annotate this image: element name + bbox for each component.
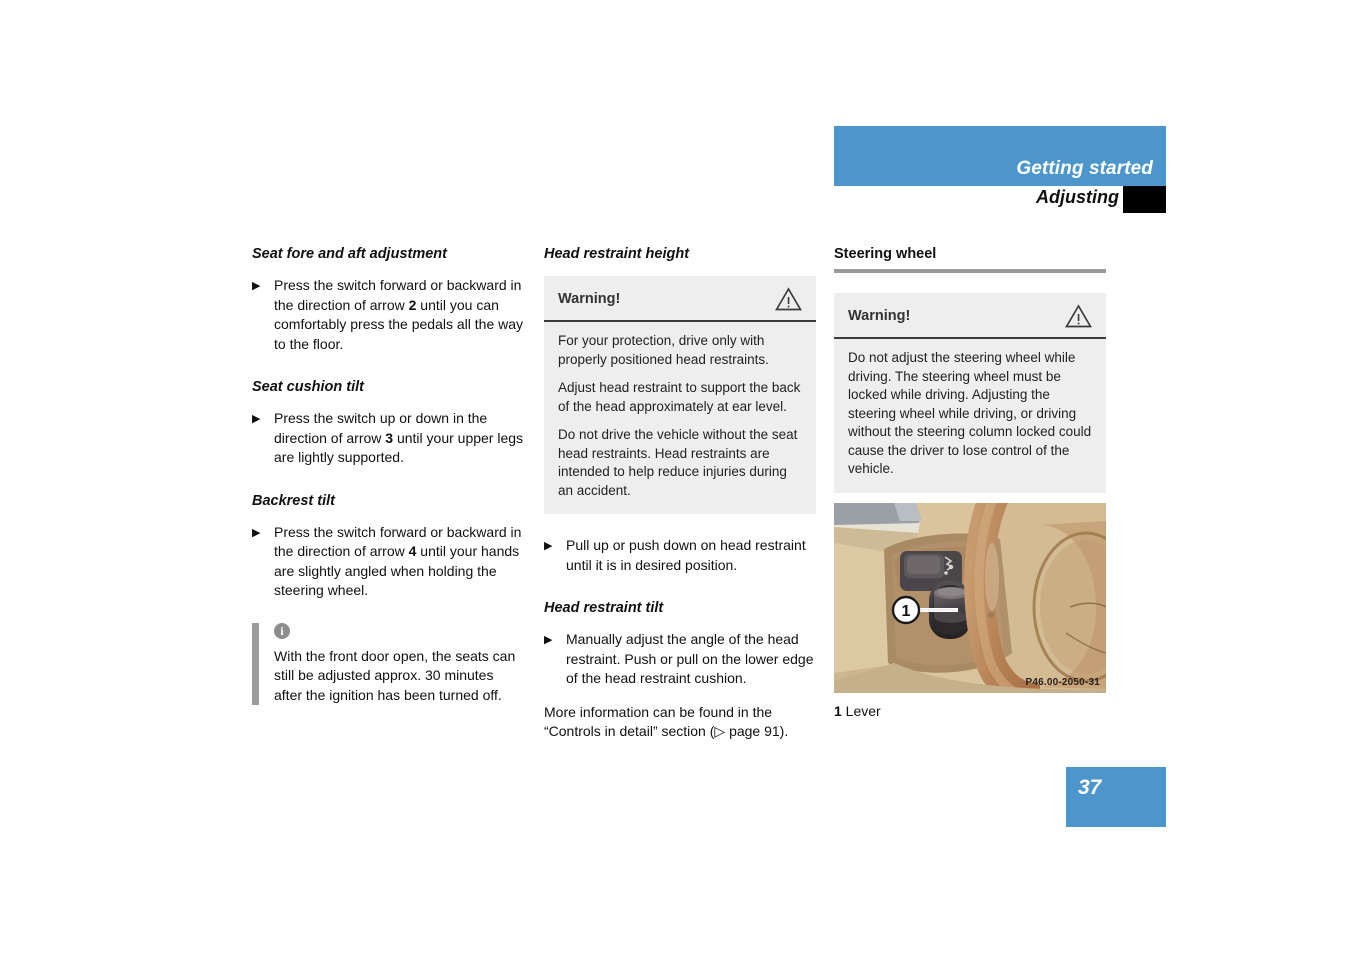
note-accent-bar — [252, 622, 259, 706]
warning-paragraph: Do not drive the vehicle without the sea… — [558, 427, 798, 498]
instruction-text: Press the switch up or down in the direc… — [274, 409, 524, 468]
warning-title: Warning! — [848, 308, 911, 325]
heading-seat-fore-and-aft-adjustment: Seat fore and aft adjustment — [252, 246, 447, 262]
instruction-seat-fore-aft: ▶ Press the switch forward or backward i… — [252, 276, 524, 354]
warning-paragraph: Adjust head restraint to support the bac… — [558, 380, 801, 414]
info-icon: i — [274, 622, 290, 639]
page-number-badge: 37 — [1066, 767, 1166, 827]
heading-steering-wheel: Steering wheel — [834, 246, 937, 262]
warning-box-steering-wheel: Warning! Do not adjust the steering whee… — [834, 293, 1106, 493]
subsection-header: Adjusting — [834, 186, 1166, 214]
figure-legend: 1 Lever — [834, 702, 1106, 722]
warning-title: Warning! — [558, 291, 621, 308]
subsection-title: Adjusting — [1036, 187, 1119, 207]
legend-number: 1 — [834, 702, 842, 719]
warning-box-header: Warning! — [544, 276, 816, 323]
warning-box-header: Warning! — [834, 293, 1106, 340]
bullet-arrow-icon: ▶ — [252, 280, 261, 293]
illustration-image-code: P46.00-2050-31 — [1025, 676, 1100, 688]
bullet-arrow-icon: ▶ — [544, 634, 553, 647]
instruction-text: Press the switch forward or backward in … — [274, 523, 524, 601]
instruction-head-restraint-tilt: ▶ Manually adjust the angle of the head … — [544, 630, 816, 689]
instruction-seat-cushion-tilt: ▶ Press the switch up or down in the dir… — [252, 409, 524, 468]
cross-reference-post: page 91). — [725, 723, 789, 740]
instruction-text: Press the switch forward or backward in … — [274, 276, 524, 354]
column-middle: Head restraint height Warning! For your … — [544, 245, 816, 742]
bullet-arrow-icon: ▶ — [544, 540, 553, 553]
bullet-arrow-icon: ▶ — [252, 526, 261, 539]
instruction-head-restraint-height: ▶ Pull up or push down on head restraint… — [544, 536, 816, 575]
column-left: Seat fore and aft adjustment ▶ Press the… — [252, 245, 524, 706]
heading-head-restraint-height: Head restraint height — [544, 246, 690, 262]
heading-head-restraint-tilt: Head restraint tilt — [544, 600, 664, 617]
page-reference-triangle-icon: ▷ — [714, 723, 726, 740]
warning-triangle-icon — [1065, 304, 1092, 328]
warning-box-body: Do not adjust the steering wheel while d… — [834, 339, 1106, 493]
warning-box-body: For your protection, drive only with pro… — [544, 322, 816, 514]
section-header-banner: Getting started — [834, 126, 1166, 186]
legend-label: Lever — [841, 702, 881, 719]
instruction-text: Manually adjust the angle of the head re… — [566, 631, 814, 687]
heading-rule-divider — [834, 269, 1106, 274]
column-right: Steering wheel Warning! Do not adjust th… — [834, 245, 1106, 721]
manual-page: Getting started Adjusting Seat fore and … — [0, 0, 1351, 954]
warning-triangle-icon — [775, 287, 802, 311]
info-note: i With the front door open, the seats ca… — [252, 622, 524, 706]
page-number: 37 — [1078, 776, 1102, 799]
instruction-text: Pull up or push down on head restraint u… — [566, 537, 806, 573]
illustration-callout-1: 1 — [902, 603, 911, 620]
arrow-number-3: 3 — [385, 429, 394, 446]
bullet-arrow-icon: ▶ — [252, 413, 261, 426]
page-edge-tab-marker — [1123, 186, 1166, 213]
warning-paragraph: Do not adjust the steering wheel while d… — [848, 350, 1092, 477]
heading-backrest-tilt: Backrest tilt — [252, 492, 336, 509]
section-title: Getting started — [1016, 158, 1153, 179]
instruction-backrest-tilt: ▶ Press the switch forward or backward i… — [252, 523, 524, 601]
steering-column-lever-illustration: 1 P46.00-2050-31 — [834, 502, 1106, 693]
warning-paragraph: For your protection, drive only with pro… — [558, 333, 769, 367]
heading-seat-cushion-tilt: Seat cushion tilt — [252, 379, 364, 396]
warning-box-head-restraint: Warning! For your protection, drive only… — [544, 276, 816, 515]
cross-reference-text: More information can be found in the “Co… — [544, 703, 816, 742]
note-text: With the front door open, the seats can … — [274, 647, 516, 703]
